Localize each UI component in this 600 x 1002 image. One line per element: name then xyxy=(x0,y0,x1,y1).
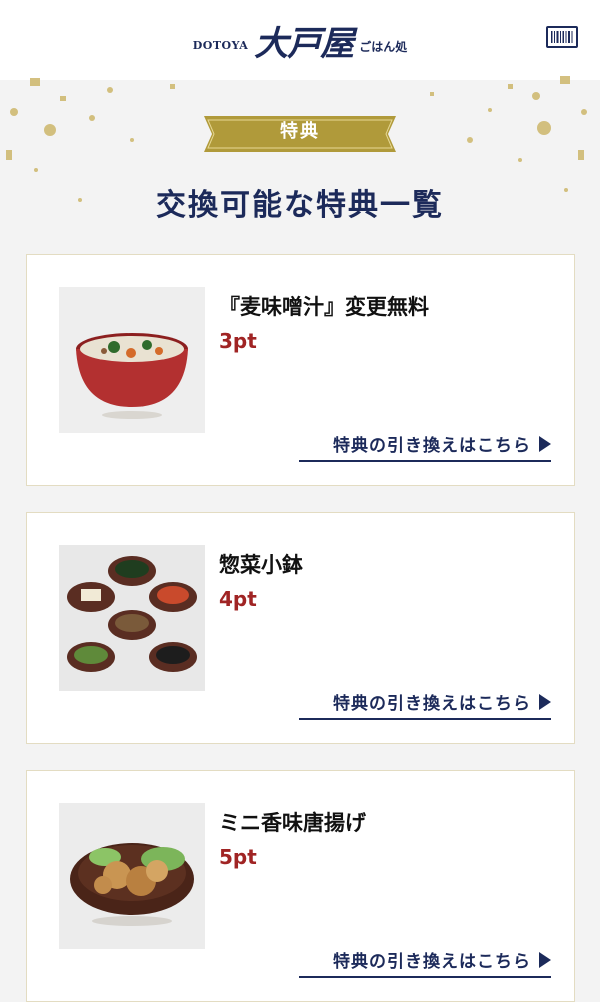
play-arrow-icon xyxy=(539,693,551,710)
play-arrow-icon xyxy=(539,435,551,452)
side-dishes-image xyxy=(59,545,205,691)
miso-soup-image xyxy=(59,287,205,433)
redeem-link-label: 特典の引き換えはこちら xyxy=(333,952,531,972)
benefit-points: 4pt xyxy=(219,587,257,611)
redeem-link[interactable]: 特典の引き換えはこちら xyxy=(299,689,551,720)
redeem-link-label: 特典の引き換えはこちら xyxy=(333,436,531,456)
benefit-points: 5pt xyxy=(219,845,257,869)
benefit-name: ミニ香味唐揚げ xyxy=(219,811,366,835)
benefit-name: 惣菜小鉢 xyxy=(219,553,303,577)
page-title: 交換可能な特典一覧 xyxy=(156,188,444,223)
benefit-card[interactable]: 惣菜小鉢 4pt 特典の引き換えはこちら xyxy=(26,512,575,744)
benefit-points: 3pt xyxy=(219,329,257,353)
benefit-card[interactable]: ミニ香味唐揚げ 5pt 特典の引き換えはこちら xyxy=(26,770,575,1002)
benefit-name: 『麦味噌汁』変更無料 xyxy=(219,295,429,319)
benefit-card[interactable]: 『麦味噌汁』変更無料 3pt 特典の引き換えはこちら xyxy=(26,254,575,486)
redeem-link[interactable]: 特典の引き換えはこちら xyxy=(299,431,551,462)
ribbon-label: 特典 xyxy=(280,121,320,142)
benefit-ribbon-badge: 特典 xyxy=(198,110,402,154)
redeem-link[interactable]: 特典の引き換えはこちら xyxy=(299,947,551,978)
fried-chicken-image xyxy=(59,803,205,949)
redeem-link-label: 特典の引き換えはこちら xyxy=(333,694,531,714)
play-arrow-icon xyxy=(539,951,551,968)
